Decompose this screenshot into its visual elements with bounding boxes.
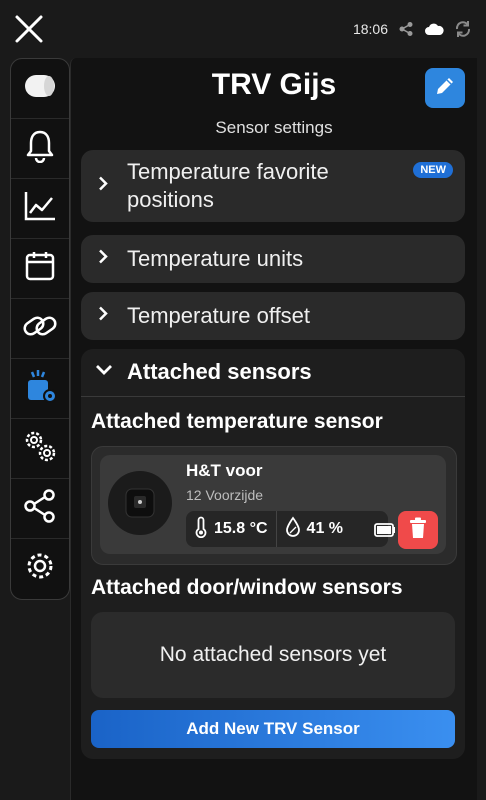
cloud-icon <box>424 22 444 36</box>
sensor-device-image <box>108 471 172 535</box>
sidebar-item-notifications[interactable] <box>11 119 69 179</box>
chevron-right-icon <box>97 249 109 270</box>
door-window-sensors-title: Attached door/window sensors <box>91 576 403 599</box>
chart-icon <box>23 190 57 227</box>
calendar-icon <box>24 250 56 287</box>
section-temperature-units[interactable]: Temperature units <box>81 235 465 283</box>
close-icon[interactable] <box>14 14 44 44</box>
bell-icon <box>24 129 56 168</box>
sidebar-item-share[interactable] <box>11 479 69 539</box>
temperature-sensor-title: Attached temperature sensor <box>91 410 383 433</box>
status-bar: 18:06 <box>353 20 472 38</box>
section-attached-sensors: Attached sensors Attached temperature se… <box>81 349 465 759</box>
sensor-readings: 15.8 °C 41 % <box>186 511 388 547</box>
sidebar <box>10 58 70 600</box>
temperature-value: 15.8 °C <box>214 520 268 537</box>
section-temperature-offset[interactable]: Temperature offset <box>81 292 465 340</box>
chevron-down-icon <box>95 363 113 382</box>
gears-icon <box>21 427 59 470</box>
chevron-right-icon <box>97 306 109 327</box>
sidebar-item-statistics[interactable] <box>11 179 69 239</box>
device-icon <box>23 73 57 104</box>
status-time: 18:06 <box>352 21 388 37</box>
page-subtitle: Sensor settings <box>215 118 333 137</box>
humidity-value: 41 % <box>306 520 344 537</box>
sensor-card: H&T voor 12 Voorzijde 15.8 °C 41 % <box>91 446 457 565</box>
section-label: Temperature favorite positions <box>127 159 329 212</box>
humidity-icon <box>285 515 301 543</box>
page-title: TRV Gijs <box>211 68 337 101</box>
empty-sensors-box: No attached sensors yet <box>91 612 455 698</box>
sidebar-item-sensor-settings[interactable] <box>11 359 69 419</box>
share-icon <box>23 489 57 528</box>
temperature-reading: 15.8 °C <box>186 511 276 547</box>
trash-icon <box>409 517 427 544</box>
section-label: Temperature offset <box>127 303 311 328</box>
main-panel: TRV Gijs Sensor settings Temperature fav… <box>70 58 477 800</box>
sidebar-item-advanced[interactable] <box>11 419 69 479</box>
sensor-settings-icon <box>22 368 58 409</box>
pencil-icon <box>434 75 456 102</box>
humidity-reading: 41 % <box>275 511 351 547</box>
section-label: Temperature units <box>127 246 304 271</box>
gear-icon <box>22 548 58 589</box>
section-favorite-positions[interactable]: Temperature favorite positions NEW <box>81 150 465 222</box>
battery-icon <box>374 523 396 542</box>
thermometer-icon <box>194 516 208 543</box>
chevron-right-icon <box>97 176 109 197</box>
sync-icon[interactable] <box>454 20 472 38</box>
sensor-name: H&T voor <box>186 461 263 480</box>
sensor-location: 12 Voorzijde <box>186 487 264 503</box>
sidebar-item-device[interactable] <box>11 59 69 119</box>
attached-sensors-header[interactable]: Attached sensors <box>81 349 465 397</box>
link-icon <box>22 311 58 346</box>
edit-button[interactable] <box>425 68 465 108</box>
new-badge: NEW <box>413 162 453 178</box>
empty-sensors-text: No attached sensors yet <box>159 643 387 666</box>
sidebar-item-settings[interactable] <box>11 539 69 598</box>
attached-sensors-label: Attached sensors <box>127 359 312 384</box>
delete-sensor-button[interactable] <box>398 511 438 549</box>
sidebar-item-links[interactable] <box>11 299 69 359</box>
share-status-icon <box>398 21 414 37</box>
top-bar: 18:06 <box>0 0 486 58</box>
sidebar-item-schedule[interactable] <box>11 239 69 299</box>
add-sensor-button[interactable]: Add New TRV Sensor <box>91 710 455 748</box>
